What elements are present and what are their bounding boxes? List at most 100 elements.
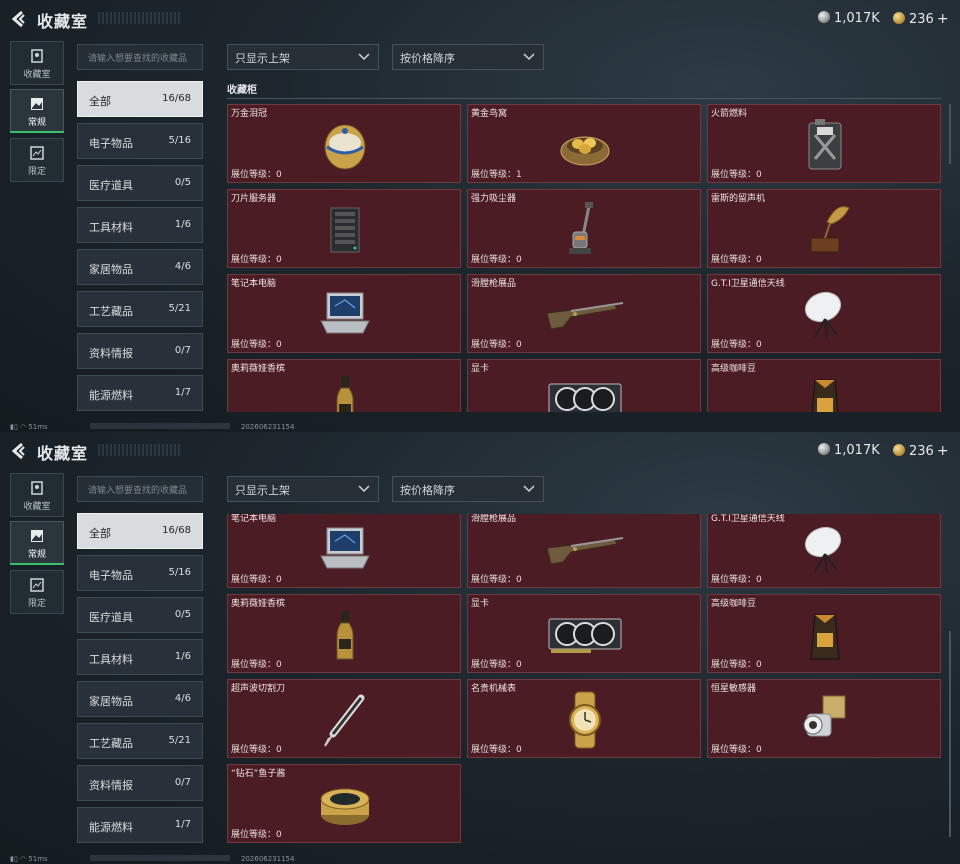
chevron-down-icon bbox=[523, 52, 535, 62]
collection-item-card[interactable]: 高级咖啡豆展位等级：0 bbox=[707, 594, 941, 673]
category-tab-4[interactable]: 工具材料 1/6 bbox=[77, 639, 203, 675]
collection-item-card[interactable]: 高级咖啡豆展位等级：0 bbox=[707, 359, 941, 412]
collection-item-card[interactable]: 火箭燃料 展位等级：0 bbox=[707, 104, 941, 183]
display-level-value: 0 bbox=[756, 255, 762, 265]
collection-item-card[interactable]: 黄金鸟窝 展位等级：1 bbox=[467, 104, 701, 183]
silver-amount: 1,017K bbox=[834, 11, 880, 26]
category-tab-7[interactable]: 资料情报 0/7 bbox=[77, 765, 203, 801]
side-tab-collection[interactable]: 收藏室 bbox=[10, 41, 64, 85]
display-level-value: 0 bbox=[756, 170, 762, 180]
display-level-label: 展位等级： bbox=[711, 745, 757, 755]
category-tab-5[interactable]: 家居物品 4/6 bbox=[77, 249, 203, 285]
category-tab-7[interactable]: 资料情报 0/7 bbox=[77, 333, 203, 369]
gold-currency[interactable]: 236 + bbox=[893, 443, 949, 459]
collection-item-card[interactable]: G.T.I卫星通信天线 展位等级：0 bbox=[707, 514, 941, 588]
display-level-label: 展位等级： bbox=[231, 660, 277, 670]
item-name: G.T.I卫星通信天线 bbox=[711, 279, 785, 289]
collection-item-card[interactable]: G.T.I卫星通信天线 展位等级：0 bbox=[707, 274, 941, 353]
category-count: 0/5 bbox=[174, 609, 191, 620]
display-level-value: 0 bbox=[756, 745, 762, 755]
side-tab-image[interactable]: 常规 bbox=[10, 521, 64, 565]
category-tab-4[interactable]: 工具材料 1/6 bbox=[77, 207, 203, 243]
collection-item-card[interactable]: “钻石”鱼子酱 展位等级：0 bbox=[227, 764, 461, 843]
display-level: 展位等级：0 bbox=[471, 742, 522, 755]
collection-item-card[interactable]: 笔记本电脑 展位等级：0 bbox=[227, 514, 461, 588]
silver-currency: 1,017K bbox=[818, 11, 880, 26]
category-tab-2[interactable]: 电子物品 5/16 bbox=[77, 123, 203, 159]
category-tab-3[interactable]: 医疗道具 0/5 bbox=[77, 597, 203, 633]
grid-scrollbar[interactable] bbox=[949, 104, 951, 164]
gold-currency[interactable]: 236 + bbox=[893, 11, 949, 27]
category-tab-3[interactable]: 医疗道具 0/5 bbox=[77, 165, 203, 201]
title-decoration bbox=[98, 12, 182, 24]
category-tab-8[interactable]: 能源燃料 1/7 bbox=[77, 807, 203, 843]
search-input[interactable]: 请输入想要查找的收藏品 bbox=[77, 476, 203, 502]
category-tab-1[interactable]: 全部 16/68 bbox=[77, 81, 203, 117]
category-label: 工艺藏品 bbox=[89, 305, 133, 318]
collection-grid[interactable]: 笔记本电脑 展位等级：0 滑膛枪展品 展位等级：0 G.T.I卫星通信天线 展位等级：0 奥… bbox=[227, 514, 943, 850]
timestamp: 202606231154 bbox=[241, 855, 295, 863]
shelf-filter-dropdown[interactable]: 只显示上架 bbox=[227, 476, 379, 502]
title-decoration bbox=[98, 444, 182, 456]
display-level: 展位等级：0 bbox=[231, 657, 282, 670]
collection-item-card[interactable]: 万金泪冠 展位等级：0 bbox=[227, 104, 461, 183]
display-level-label: 展位等级： bbox=[231, 830, 277, 840]
collection-item-card[interactable]: 刀片服务器 展位等级：0 bbox=[227, 189, 461, 268]
item-name: G.T.I卫星通信天线 bbox=[711, 514, 785, 524]
item-name: 奥莉薇娅香槟 bbox=[231, 364, 286, 374]
category-tab-1[interactable]: 全部 16/68 bbox=[77, 513, 203, 549]
display-level-label: 展位等级： bbox=[231, 255, 277, 265]
collection-item-card[interactable]: 名贵机械表 展位等级：0 bbox=[467, 679, 701, 758]
collection-item-card[interactable]: 强力吸尘器 展位等级：0 bbox=[467, 189, 701, 268]
shelf-filter-dropdown[interactable]: 只显示上架 bbox=[227, 44, 379, 70]
collection-item-card[interactable]: 恒星敏感器 展位等级：0 bbox=[707, 679, 941, 758]
image-icon bbox=[29, 528, 45, 544]
collection-item-card[interactable]: 奥莉薇娅香槟展位等级：0 bbox=[227, 594, 461, 673]
category-count: 0/7 bbox=[174, 345, 191, 356]
collection-item-card[interactable]: 显卡展位等级：0 bbox=[467, 359, 701, 412]
collection-item-card[interactable]: 滑膛枪展品 展位等级：0 bbox=[467, 274, 701, 353]
display-level-value: 0 bbox=[516, 340, 522, 350]
category-tab-5[interactable]: 家居物品 4/6 bbox=[77, 681, 203, 717]
collection-item-card[interactable]: 超声波切割刀 展位等级：0 bbox=[227, 679, 461, 758]
side-tab-landscape[interactable]: 限定 bbox=[10, 138, 64, 182]
sort-dropdown[interactable]: 按价格降序 bbox=[392, 44, 544, 70]
side-tab-image[interactable]: 常规 bbox=[10, 89, 64, 133]
add-currency-button[interactable]: + bbox=[937, 11, 949, 27]
page-title: 收藏室 bbox=[37, 444, 89, 463]
collection-grid[interactable]: 万金泪冠 展位等级：0 黄金鸟窝 展位等级：1 火箭燃料 展位等级：0 刀片服务器 展位等级：… bbox=[227, 104, 943, 412]
back-arrow-icon[interactable] bbox=[10, 441, 30, 461]
collection-item-card[interactable]: 奥莉薇娅香槟展位等级：0 bbox=[227, 359, 461, 412]
add-currency-button[interactable]: + bbox=[937, 443, 949, 459]
category-count: 4/6 bbox=[174, 261, 191, 272]
side-tab-collection[interactable]: 收藏室 bbox=[10, 473, 64, 517]
category-label: 能源燃料 bbox=[89, 821, 133, 834]
battery-icon: ▮▯ bbox=[10, 855, 18, 863]
display-level-label: 展位等级： bbox=[711, 660, 757, 670]
collection-item-card[interactable]: 显卡展位等级：0 bbox=[467, 594, 701, 673]
display-level-value: 1 bbox=[516, 170, 522, 180]
collection-item-card[interactable]: 滑膛枪展品 展位等级：0 bbox=[467, 514, 701, 588]
display-level: 展位等级：0 bbox=[471, 252, 522, 265]
display-level-value: 0 bbox=[276, 340, 282, 350]
sort-dropdown[interactable]: 按价格降序 bbox=[392, 476, 544, 502]
category-label: 家居物品 bbox=[89, 263, 133, 276]
category-label: 电子物品 bbox=[89, 569, 133, 582]
display-level: 展位等级：0 bbox=[711, 167, 762, 180]
grid-scrollbar[interactable] bbox=[949, 631, 951, 837]
display-level-value: 0 bbox=[276, 575, 282, 585]
category-tab-8[interactable]: 能源燃料 1/7 bbox=[77, 375, 203, 411]
category-tab-6[interactable]: 工艺藏品 5/21 bbox=[77, 291, 203, 327]
collection-item-card[interactable]: 笔记本电脑 展位等级：0 bbox=[227, 274, 461, 353]
redacted-text bbox=[90, 423, 230, 429]
category-tab-2[interactable]: 电子物品 5/16 bbox=[77, 555, 203, 591]
top-bar: 收藏室 1,017K 236 + bbox=[0, 0, 960, 38]
image-icon bbox=[29, 96, 45, 112]
collection-item-card[interactable]: 雷斯的留声机 展位等级：0 bbox=[707, 189, 941, 268]
display-level-label: 展位等级： bbox=[471, 660, 517, 670]
back-arrow-icon[interactable] bbox=[10, 9, 30, 29]
search-input[interactable]: 请输入想要查找的收藏品 bbox=[77, 44, 203, 70]
category-count: 4/6 bbox=[174, 693, 191, 704]
category-tab-6[interactable]: 工艺藏品 5/21 bbox=[77, 723, 203, 759]
side-tab-landscape[interactable]: 限定 bbox=[10, 570, 64, 614]
